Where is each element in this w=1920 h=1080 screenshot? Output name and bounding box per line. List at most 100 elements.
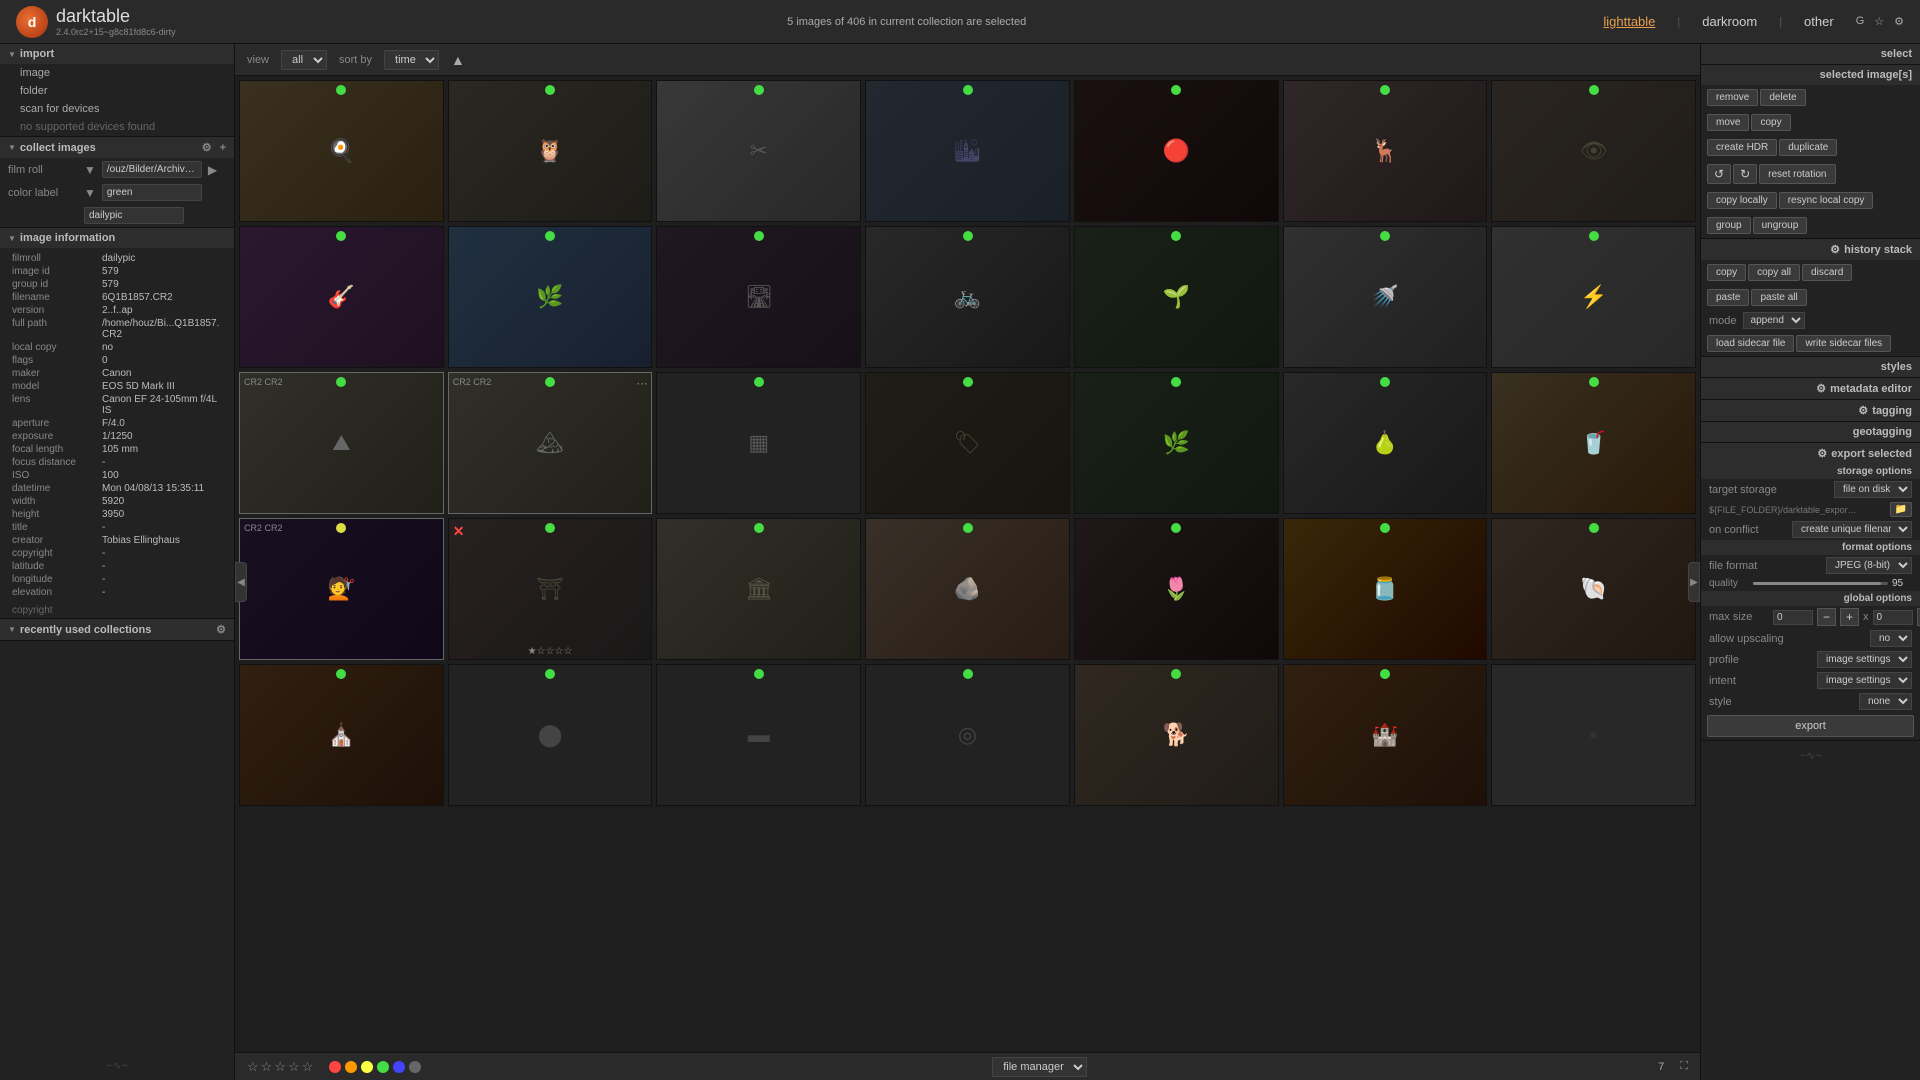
gear-icon[interactable]: ⚙ bbox=[1894, 15, 1904, 28]
thumb-2[interactable]: 🦉 bbox=[448, 80, 653, 222]
thumb-18[interactable]: 🌿 bbox=[1074, 372, 1279, 514]
thumb-4[interactable]: 🏙 bbox=[865, 80, 1070, 222]
history-copy-btn[interactable]: copy bbox=[1707, 264, 1746, 281]
history-paste-all-btn[interactable]: paste all bbox=[1751, 289, 1806, 306]
remove-btn[interactable]: remove bbox=[1707, 89, 1758, 106]
colorlabel-value[interactable]: green bbox=[102, 184, 202, 201]
star-5[interactable]: ☆ bbox=[302, 1059, 314, 1075]
size-w-plus[interactable]: + bbox=[1840, 608, 1859, 626]
history-stack-header[interactable]: ⚙ history stack bbox=[1701, 239, 1920, 260]
color-orange[interactable] bbox=[345, 1061, 357, 1073]
size-h-minus[interactable]: − bbox=[1917, 608, 1920, 626]
thumb-33[interactable]: 🏰 bbox=[1283, 664, 1488, 806]
quality-slider[interactable] bbox=[1753, 582, 1888, 585]
on-conflict-select[interactable]: create unique filename bbox=[1792, 521, 1912, 538]
filmroll-arrow[interactable]: ▶ bbox=[208, 163, 217, 177]
thumb-17[interactable]: 🏷 bbox=[865, 372, 1070, 514]
thumb-12[interactable]: 🌱 bbox=[1074, 226, 1279, 368]
max-size-w-input[interactable] bbox=[1773, 610, 1813, 625]
collect-header[interactable]: ▼ collect images ⚙ + bbox=[0, 137, 234, 158]
tagging-gear[interactable]: ⚙ bbox=[1858, 404, 1868, 417]
thumb-34[interactable]: ▪ bbox=[1491, 664, 1696, 806]
thumb-19[interactable]: 🍐 bbox=[1283, 372, 1488, 514]
collect-gear[interactable]: ⚙ bbox=[202, 141, 212, 154]
file-format-select[interactable]: JPEG (8-bit) bbox=[1826, 557, 1912, 574]
color-none[interactable] bbox=[409, 1061, 421, 1073]
filmroll-icon[interactable]: ▼ bbox=[84, 163, 96, 177]
filmroll-value[interactable]: /ouz/Bilder/Archiv/dailypic bbox=[102, 161, 202, 178]
sort-select[interactable]: time bbox=[384, 50, 439, 70]
export-header[interactable]: ⚙ export selected bbox=[1701, 443, 1920, 464]
thumb-22[interactable]: ⛩ ✕ ★☆☆☆☆ bbox=[448, 518, 653, 660]
google-icon[interactable]: G bbox=[1856, 15, 1865, 28]
color-blue[interactable] bbox=[393, 1061, 405, 1073]
write-sidecar-btn[interactable]: write sidecar files bbox=[1796, 335, 1891, 352]
recently-header[interactable]: ▼ recently used collections ⚙ bbox=[0, 619, 234, 640]
thumb-32[interactable]: 🐕 bbox=[1074, 664, 1279, 806]
left-collapse-btn[interactable]: ◀ bbox=[235, 562, 247, 602]
duplicate-btn[interactable]: duplicate bbox=[1779, 139, 1837, 156]
star-3[interactable]: ☆ bbox=[274, 1059, 286, 1075]
metadata-gear[interactable]: ⚙ bbox=[1816, 382, 1826, 395]
thumb-5[interactable]: 🔴 bbox=[1074, 80, 1279, 222]
thumb-14[interactable]: ⚡ bbox=[1491, 226, 1696, 368]
history-copy-all-btn[interactable]: copy all bbox=[1748, 264, 1800, 281]
history-discard-btn[interactable]: discard bbox=[1802, 264, 1852, 281]
size-w-minus[interactable]: − bbox=[1817, 608, 1836, 626]
recently-gear[interactable]: ⚙ bbox=[216, 623, 226, 636]
star-1[interactable]: ☆ bbox=[247, 1059, 259, 1075]
other-btn[interactable]: other bbox=[1798, 12, 1840, 31]
thumb-26[interactable]: 🫙 bbox=[1283, 518, 1488, 660]
style-select[interactable]: none bbox=[1859, 693, 1912, 710]
scan-for-devices[interactable]: scan for devices bbox=[0, 100, 234, 118]
group-btn[interactable]: group bbox=[1707, 217, 1751, 234]
thumb-15b[interactable]: 🏔 CR2 CR2 ⋯ bbox=[448, 372, 653, 514]
allow-upscaling-select[interactable]: no bbox=[1870, 630, 1912, 647]
star-icon[interactable]: ☆ bbox=[1874, 15, 1884, 28]
create-hdr-btn[interactable]: create HDR bbox=[1707, 139, 1777, 156]
color-green[interactable] bbox=[377, 1061, 389, 1073]
styles-header[interactable]: styles bbox=[1701, 357, 1920, 377]
export-gear[interactable]: ⚙ bbox=[1817, 447, 1827, 460]
star-filter[interactable]: ☆ ☆ ☆ ☆ ☆ bbox=[247, 1059, 313, 1075]
delete-btn[interactable]: delete bbox=[1760, 89, 1805, 106]
reset-rotation-btn[interactable]: reset rotation bbox=[1759, 164, 1835, 184]
import-image[interactable]: image bbox=[0, 64, 234, 82]
selected-images-header[interactable]: selected image[s] bbox=[1701, 65, 1920, 85]
geotagging-header[interactable]: geotagging bbox=[1701, 422, 1920, 442]
dailypic-value[interactable]: dailypic bbox=[84, 207, 184, 224]
load-sidecar-btn[interactable]: load sidecar file bbox=[1707, 335, 1794, 352]
profile-select[interactable]: image settings bbox=[1817, 651, 1912, 668]
resync-local-btn[interactable]: resync local copy bbox=[1779, 192, 1874, 209]
thumb-31[interactable]: ◎ bbox=[865, 664, 1070, 806]
star-2[interactable]: ☆ bbox=[261, 1059, 273, 1075]
view-mode-select[interactable]: file manager bbox=[992, 1057, 1087, 1077]
collect-plus[interactable]: + bbox=[220, 142, 226, 154]
thumb-24[interactable]: 🪨 bbox=[865, 518, 1070, 660]
thumb-3[interactable]: ✂ bbox=[656, 80, 861, 222]
thumb-28[interactable]: ⛪ bbox=[239, 664, 444, 806]
history-paste-btn[interactable]: paste bbox=[1707, 289, 1749, 306]
thumb-16[interactable]: ▦ bbox=[656, 372, 861, 514]
target-storage-select[interactable]: file on disk bbox=[1834, 481, 1912, 498]
import-header[interactable]: ▼ import bbox=[0, 44, 234, 64]
color-yellow[interactable] bbox=[361, 1061, 373, 1073]
rotate-cw-btn[interactable]: ↻ bbox=[1733, 164, 1757, 184]
thumb-21[interactable]: 💇 CR2 CR2 bbox=[239, 518, 444, 660]
sort-direction-btn[interactable]: ▲ bbox=[451, 52, 465, 68]
thumb-menu[interactable]: ⋯ bbox=[636, 377, 647, 390]
max-size-h-input[interactable] bbox=[1873, 610, 1913, 625]
thumb-30[interactable]: ▬ bbox=[656, 664, 861, 806]
export-btn[interactable]: export bbox=[1707, 715, 1914, 737]
thumb-20[interactable]: 🥤 bbox=[1491, 372, 1696, 514]
thumb-11[interactable]: 🚲 bbox=[865, 226, 1070, 368]
star-4[interactable]: ☆ bbox=[288, 1059, 300, 1075]
tagging-header[interactable]: ⚙ tagging bbox=[1701, 400, 1920, 421]
copy-locally-btn[interactable]: copy locally bbox=[1707, 192, 1777, 209]
thumb-15[interactable]: ⛰ CR2 CR2 bbox=[239, 372, 444, 514]
import-folder[interactable]: folder bbox=[0, 82, 234, 100]
history-gear[interactable]: ⚙ bbox=[1830, 243, 1840, 256]
colorlabel-icon[interactable]: ▼ bbox=[84, 186, 96, 200]
thumb-29[interactable]: ⬤ bbox=[448, 664, 653, 806]
lighttable-btn[interactable]: lighttable bbox=[1597, 12, 1661, 31]
